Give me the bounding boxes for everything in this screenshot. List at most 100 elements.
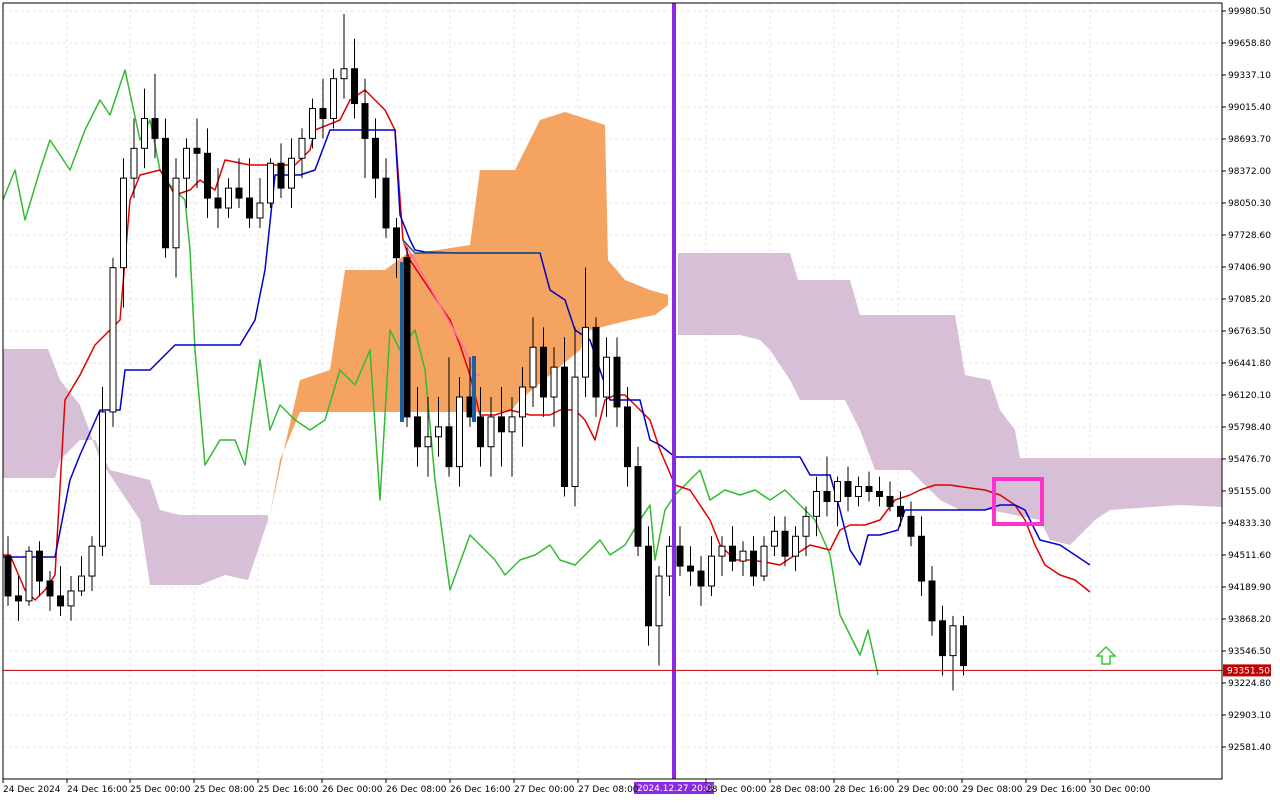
price-tick-label: 99980.50 bbox=[1228, 7, 1271, 17]
candle-bearish bbox=[46, 580, 54, 597]
candle-bullish bbox=[771, 530, 778, 547]
time-tick-label: 26 Dec 08:00 bbox=[386, 785, 447, 795]
candle-bullish bbox=[487, 416, 495, 448]
time-tick-label: 27 Dec 08:00 bbox=[578, 785, 639, 795]
current-price-label: 93351.50 bbox=[1227, 666, 1270, 676]
candle-bullish bbox=[256, 202, 264, 219]
kumo-marker-bar bbox=[472, 356, 476, 422]
candle-bearish bbox=[729, 545, 736, 562]
candle-bearish bbox=[403, 257, 411, 418]
kumo-marker-bar bbox=[400, 262, 404, 422]
candle-bearish bbox=[382, 177, 390, 229]
time-tick-label: 29 Dec 16:00 bbox=[1026, 785, 1087, 795]
candle-bullish bbox=[298, 137, 306, 159]
candle-bullish bbox=[655, 575, 663, 627]
price-tick-label: 96763.50 bbox=[1228, 327, 1271, 337]
price-tick-label: 97085.20 bbox=[1228, 295, 1271, 305]
price-tick-label: 97728.60 bbox=[1228, 231, 1271, 241]
candle-bullish bbox=[792, 535, 799, 557]
candle-bullish bbox=[529, 346, 537, 388]
candle-bullish bbox=[603, 356, 610, 398]
time-tick-label: 25 Dec 08:00 bbox=[194, 785, 255, 795]
candle-bearish bbox=[540, 346, 547, 398]
price-tick-label: 98050.30 bbox=[1228, 199, 1271, 209]
time-tick-label: 28 Dec 16:00 bbox=[834, 785, 895, 795]
price-tick-label: 96441.80 bbox=[1228, 359, 1271, 369]
candle-bearish bbox=[939, 620, 946, 657]
candle-bullish bbox=[267, 162, 274, 204]
candle-bullish bbox=[330, 78, 337, 119]
candle-bearish bbox=[876, 490, 883, 497]
price-tick-label: 92581.40 bbox=[1228, 743, 1271, 753]
candle-bullish bbox=[708, 555, 715, 587]
candle-bearish bbox=[57, 595, 64, 607]
price-tick-label: 93224.80 bbox=[1228, 679, 1271, 689]
candle-bearish bbox=[561, 366, 568, 488]
price-tick-label: 92903.10 bbox=[1228, 711, 1271, 721]
candle-bearish bbox=[193, 147, 201, 154]
price-tick-label: 95476.70 bbox=[1228, 455, 1271, 465]
candle-bearish bbox=[823, 490, 831, 502]
time-tick-label: 29 Dec 00:00 bbox=[898, 785, 959, 795]
price-tick-label: 94833.30 bbox=[1228, 519, 1271, 529]
candle-bearish bbox=[445, 426, 453, 468]
candle-bearish bbox=[393, 227, 400, 259]
price-tick-label: 93868.20 bbox=[1228, 615, 1271, 625]
candle-bearish bbox=[477, 416, 484, 448]
candle-bullish bbox=[813, 490, 820, 517]
time-tick-label: 25 Dec 00:00 bbox=[130, 785, 191, 795]
candle-bearish bbox=[4, 555, 12, 597]
candle-bearish bbox=[907, 515, 915, 537]
price-tick-label: 98693.70 bbox=[1228, 135, 1271, 145]
candle-bearish bbox=[414, 416, 421, 448]
candle-bullish bbox=[435, 426, 442, 438]
candle-bullish bbox=[550, 366, 558, 398]
candle-bullish bbox=[120, 177, 127, 269]
candle-bearish bbox=[624, 406, 631, 468]
candle-bearish bbox=[235, 187, 243, 199]
time-tick-label: 25 Dec 16:00 bbox=[258, 785, 319, 795]
price-tick-label: 95798.40 bbox=[1228, 423, 1271, 433]
candle-bullish bbox=[99, 411, 106, 547]
ichimoku-chart: 2024.12.27 20:00 93351.50 99980.50 99658.8… bbox=[0, 0, 1280, 800]
candle-bearish bbox=[844, 481, 852, 497]
time-tick-label: 30 Dec 00:00 bbox=[1090, 785, 1151, 795]
price-tick-label: 93546.50 bbox=[1228, 647, 1271, 657]
candle-bearish bbox=[277, 162, 285, 189]
candle-bullish bbox=[88, 545, 96, 577]
candle-bearish bbox=[781, 530, 789, 557]
candle-bearish bbox=[687, 565, 694, 572]
candle-bullish bbox=[855, 486, 862, 497]
candle-bearish bbox=[960, 625, 967, 667]
candle-bullish bbox=[666, 545, 673, 577]
time-tick-label: 29 Dec 08:00 bbox=[962, 785, 1023, 795]
price-tick-label: 98372.00 bbox=[1228, 167, 1271, 177]
candle-bullish bbox=[949, 625, 957, 657]
candle-bearish bbox=[886, 495, 894, 507]
candle-bullish bbox=[25, 550, 33, 602]
candle-bullish bbox=[130, 147, 138, 179]
candle-bullish bbox=[309, 108, 316, 139]
candle-bearish bbox=[246, 197, 253, 219]
candle-bullish bbox=[78, 575, 85, 592]
price-tick-label: 99337.10 bbox=[1228, 71, 1271, 81]
time-tick-label: 24 Dec 2024 bbox=[3, 785, 61, 795]
candle-bullish bbox=[288, 157, 295, 189]
candle-bearish bbox=[36, 550, 43, 582]
candle-bearish bbox=[214, 197, 222, 209]
candle-bullish bbox=[718, 545, 726, 557]
candle-bullish bbox=[183, 147, 190, 179]
candle-bullish bbox=[424, 436, 432, 448]
candle-bearish bbox=[151, 117, 159, 139]
candle-bullish bbox=[141, 117, 148, 149]
candle-bearish bbox=[613, 356, 621, 408]
time-tick-label: 24 Dec 16:00 bbox=[67, 785, 128, 795]
candle-bearish bbox=[645, 545, 652, 627]
chart-canvas[interactable]: 2024.12.27 20:0093351.50 99980.5099658.8… bbox=[0, 0, 1280, 800]
candle-bullish bbox=[571, 376, 579, 488]
candle-bullish bbox=[508, 416, 516, 433]
candle-bearish bbox=[498, 416, 505, 433]
candle-bearish bbox=[928, 580, 936, 622]
price-tick-label: 99658.80 bbox=[1228, 39, 1271, 49]
candle-bullish bbox=[519, 386, 526, 418]
